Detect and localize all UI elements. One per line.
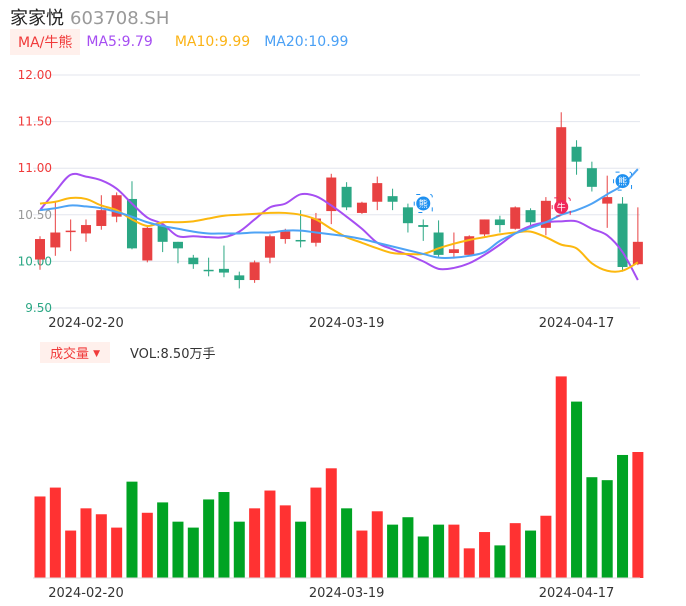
volume-bar: [479, 532, 491, 578]
candle: [188, 257, 199, 265]
candle: [142, 227, 153, 261]
volume-bar: [95, 514, 107, 578]
volume-bar: [540, 515, 552, 578]
candle: [249, 262, 260, 281]
candle: [402, 207, 413, 224]
volume-bar: [417, 536, 429, 578]
candle: [157, 225, 168, 242]
y-tick-label: 10.00: [18, 254, 52, 268]
volume-bar: [157, 502, 169, 578]
y-tick-label: 11.00: [18, 161, 52, 175]
volume-bar: [172, 521, 184, 578]
volume-bar: [509, 523, 521, 578]
volume-bar: [617, 454, 629, 578]
candle: [35, 239, 45, 260]
volume-tag-label: 成交量: [50, 347, 90, 362]
volume-bar: [433, 524, 445, 578]
candle: [80, 225, 91, 234]
volume-bar: [218, 492, 230, 578]
volume-bar: [141, 512, 153, 578]
candle: [556, 127, 567, 210]
volume-bar: [295, 521, 307, 578]
volume-bar: [264, 490, 276, 578]
volume-bar: [341, 508, 353, 578]
candle: [448, 249, 459, 254]
candle: [433, 232, 444, 255]
volume-bar: [601, 480, 613, 578]
candle: [602, 197, 613, 204]
volume-indicator-selector[interactable]: 成交量 ▼: [40, 342, 111, 363]
candle: [65, 230, 76, 233]
volume-bar: [555, 376, 567, 578]
candle: [295, 239, 306, 242]
x-tick-label: 2024-04-17: [539, 316, 615, 331]
dropdown-arrow-icon: ▼: [93, 349, 101, 359]
volume-bar: [387, 524, 399, 578]
volume-bar: [249, 508, 261, 578]
signal-label: 熊: [419, 198, 428, 210]
volume-x-tick-label: 2024-04-17: [539, 586, 615, 601]
candle: [494, 219, 505, 226]
volume-bar: [279, 505, 291, 578]
candle: [525, 210, 536, 223]
candle: [571, 146, 582, 162]
volume-bar: [371, 511, 383, 578]
candle: [418, 225, 429, 227]
volume-bar: [34, 496, 46, 578]
volume-bar: [571, 401, 583, 578]
volume-bar: [49, 487, 61, 578]
volume-bar: [632, 452, 644, 578]
candle: [372, 183, 383, 202]
bear-signal-icon: 熊: [613, 171, 633, 191]
candle: [50, 232, 61, 248]
candle: [479, 219, 490, 235]
volume-bar: [586, 477, 598, 578]
volume-x-tick-label: 2024-03-19: [309, 586, 385, 601]
volume-bar: [356, 530, 368, 578]
volume-bar: [494, 545, 506, 578]
candle: [264, 236, 275, 258]
y-tick-label: 11.50: [18, 115, 52, 129]
volume-bar: [233, 521, 245, 578]
signal-label: 熊: [618, 176, 627, 188]
volume-bar: [80, 508, 92, 578]
candle: [510, 207, 521, 229]
candle: [341, 186, 352, 208]
volume-bar: [310, 487, 322, 578]
bear-signal-icon: 熊: [413, 193, 433, 213]
volume-bar: [525, 530, 537, 578]
y-tick-label: 9.50: [25, 301, 52, 315]
candle: [172, 241, 183, 249]
x-tick-label: 2024-03-19: [309, 316, 385, 331]
signal-label: 牛: [557, 201, 566, 213]
candle: [234, 275, 245, 281]
x-tick-label: 2024-02-20: [48, 316, 124, 331]
volume-bar: [187, 527, 199, 578]
y-tick-label: 12.00: [18, 68, 52, 82]
candle: [280, 231, 291, 240]
volume-bar: [65, 530, 77, 578]
volume-bar: [203, 499, 215, 578]
volume-bar: [463, 548, 475, 578]
candle: [203, 269, 214, 272]
volume-x-tick-label: 2024-02-20: [48, 586, 124, 601]
volume-bar: [325, 468, 337, 578]
candle: [387, 196, 398, 202]
volume-bar: [111, 527, 123, 578]
candle: [356, 202, 367, 213]
candle: [586, 168, 597, 187]
volume-bar: [402, 517, 414, 578]
volume-bar: [448, 524, 460, 578]
stock-chart: 12.0011.5011.0010.5010.009.50熊 牛熊2024-02-…: [18, 68, 644, 601]
candle: [96, 210, 107, 226]
candle: [632, 241, 643, 265]
volume-value: VOL:8.50万手: [130, 347, 216, 362]
volume-bar: [126, 481, 138, 578]
candle: [218, 268, 229, 273]
